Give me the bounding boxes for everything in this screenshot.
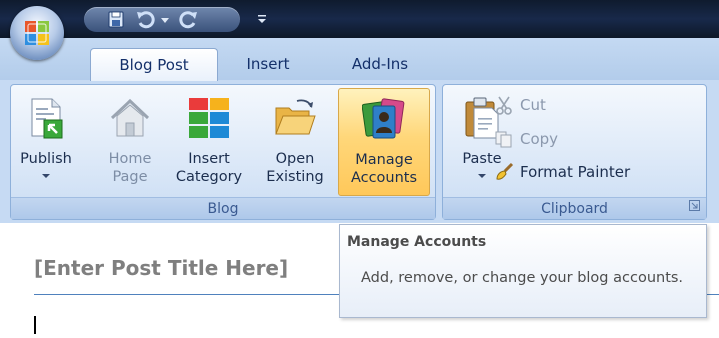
publish-dropdown-arrow[interactable]	[42, 174, 50, 178]
open-existing-label-line1: Open	[275, 151, 315, 167]
paintbrush-icon	[496, 162, 514, 180]
tab-add-ins[interactable]: Add-Ins	[330, 48, 430, 80]
manage-accounts-tooltip: Manage Accounts Add, remove, or change y…	[339, 224, 707, 318]
insert-category-label-line2: Category	[175, 169, 243, 185]
dialog-launcher-icon[interactable]	[689, 200, 700, 211]
open-existing-label-line2: Existing	[266, 169, 324, 185]
home-page-label-line1: Home	[108, 151, 152, 167]
undo-dropdown-icon[interactable]	[159, 9, 171, 30]
copy-label: Copy	[520, 130, 559, 148]
open-folder-icon	[275, 99, 316, 135]
publish-button[interactable]: Publish	[18, 88, 74, 194]
manage-accounts-button[interactable]: Manage Accounts	[338, 88, 430, 196]
insert-category-icon	[189, 98, 229, 138]
home-page-label-line2: Page	[112, 169, 148, 185]
manage-accounts-label-line2: Accounts	[350, 170, 418, 186]
customize-toolbar-icon[interactable]	[255, 12, 269, 26]
tooltip-description: Add, remove, or change your blog account…	[361, 270, 684, 286]
redo-icon[interactable]	[177, 9, 199, 30]
paste-dropdown-arrow[interactable]	[478, 174, 486, 178]
tab-blog-post[interactable]: Blog Post	[90, 48, 218, 81]
cut-button[interactable]: Cut	[494, 93, 546, 117]
scissors-icon	[496, 96, 512, 115]
home-page-button[interactable]: Home Page	[100, 88, 160, 194]
format-painter-button[interactable]: Format Painter	[494, 160, 630, 184]
quick-access-toolbar	[84, 7, 240, 32]
insert-category-label-line1: Insert	[188, 151, 230, 167]
copy-icon	[495, 131, 512, 148]
publish-icon	[31, 98, 63, 139]
undo-icon[interactable]	[135, 9, 157, 30]
format-painter-label: Format Painter	[520, 163, 631, 181]
save-icon[interactable]	[105, 9, 127, 30]
cut-label: Cut	[520, 96, 546, 114]
tab-insert[interactable]: Insert	[224, 48, 312, 80]
manage-accounts-label-line1: Manage	[355, 152, 413, 168]
manage-accounts-icon	[362, 98, 405, 139]
insert-category-button[interactable]: Insert Category	[170, 88, 248, 194]
clipboard-group-label: Clipboard	[443, 197, 706, 219]
publish-label: Publish	[20, 151, 72, 167]
open-existing-button[interactable]: Open Existing	[260, 88, 330, 194]
home-page-icon	[110, 98, 150, 137]
text-cursor	[34, 316, 36, 334]
office-button-icon	[25, 21, 49, 45]
post-title-placeholder[interactable]: [Enter Post Title Here]	[34, 256, 288, 280]
blog-group-label: Blog	[11, 197, 435, 219]
copy-button[interactable]: Copy	[494, 127, 558, 151]
office-button[interactable]	[10, 6, 64, 60]
tooltip-title: Manage Accounts	[347, 234, 487, 250]
